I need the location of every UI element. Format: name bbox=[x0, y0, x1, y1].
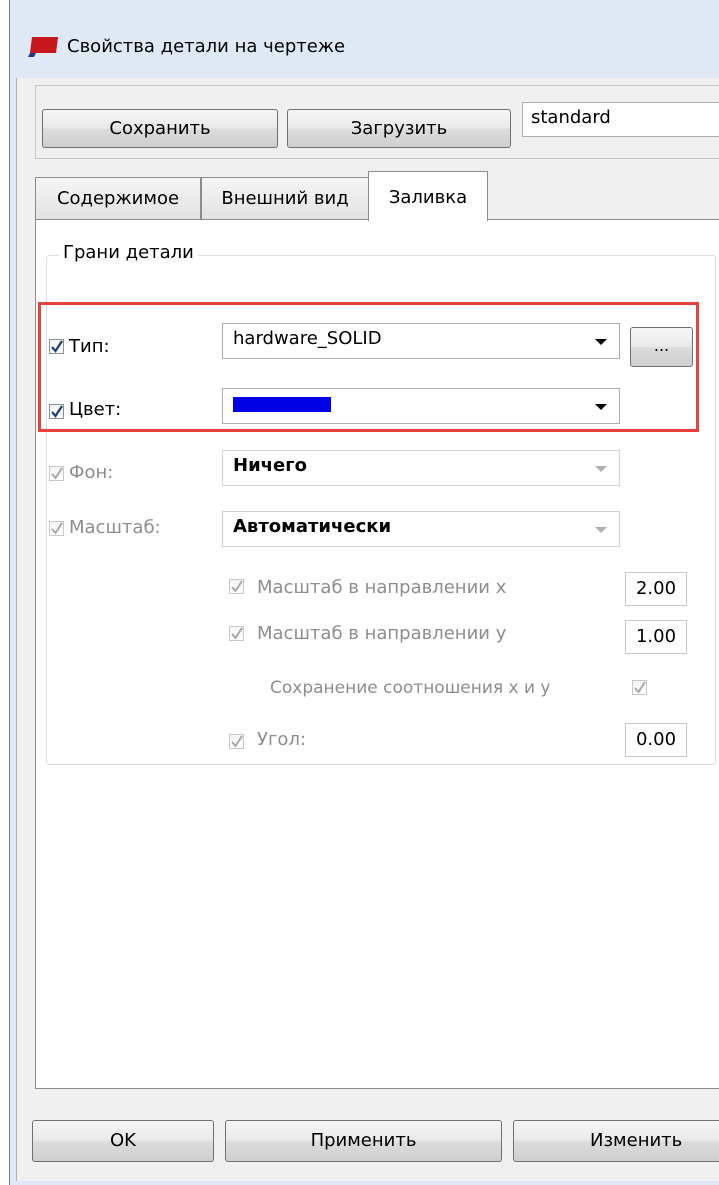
scale-y-field[interactable]: 1.00 bbox=[625, 620, 687, 654]
background-label: Фон: bbox=[69, 462, 114, 483]
app-icon bbox=[28, 37, 58, 57]
load-button[interactable]: Загрузить bbox=[287, 109, 511, 148]
window-title: Свойства детали на чертеже bbox=[67, 36, 346, 57]
modify-button[interactable]: Изменить bbox=[513, 1120, 719, 1162]
background-dropdown[interactable]: Ничего bbox=[222, 450, 620, 486]
settings-name-input[interactable]: standard bbox=[522, 102, 719, 137]
chevron-down-icon bbox=[595, 466, 607, 472]
scale-y-label: Масштаб в направлении y bbox=[257, 623, 507, 644]
background-value: Ничего bbox=[233, 455, 308, 476]
scale-checkbox[interactable] bbox=[49, 521, 64, 536]
angle-checkbox[interactable] bbox=[229, 734, 244, 749]
keep-ratio-checkbox[interactable] bbox=[632, 680, 647, 695]
scale-label: Масштаб: bbox=[69, 517, 161, 538]
chevron-down-icon bbox=[595, 527, 607, 533]
scale-x-field[interactable]: 2.00 bbox=[625, 572, 687, 606]
scale-value: Автоматически bbox=[233, 516, 392, 537]
settings-name-value: standard bbox=[531, 107, 611, 128]
scale-x-checkbox[interactable] bbox=[229, 579, 244, 594]
group-title: Грани детали bbox=[59, 242, 198, 263]
scale-y-checkbox[interactable] bbox=[229, 626, 244, 641]
background-checkbox[interactable] bbox=[49, 466, 64, 481]
tab-appearance[interactable]: Внешний вид bbox=[201, 177, 369, 219]
keep-ratio-label: Сохранение соотношения x и y bbox=[270, 678, 551, 698]
tab-fill[interactable]: Заливка bbox=[368, 171, 488, 221]
apply-button[interactable]: Применить bbox=[225, 1120, 502, 1162]
angle-label: Угол: bbox=[257, 729, 307, 750]
ok-button[interactable]: OK bbox=[32, 1120, 214, 1162]
save-button[interactable]: Сохранить bbox=[42, 109, 278, 148]
angle-field[interactable]: 0.00 bbox=[625, 723, 687, 757]
highlight-frame bbox=[38, 302, 699, 432]
scale-dropdown[interactable]: Автоматически bbox=[222, 511, 620, 547]
tab-content[interactable]: Содержимое bbox=[35, 177, 201, 219]
scale-x-label: Масштаб в направлении x bbox=[257, 577, 507, 598]
